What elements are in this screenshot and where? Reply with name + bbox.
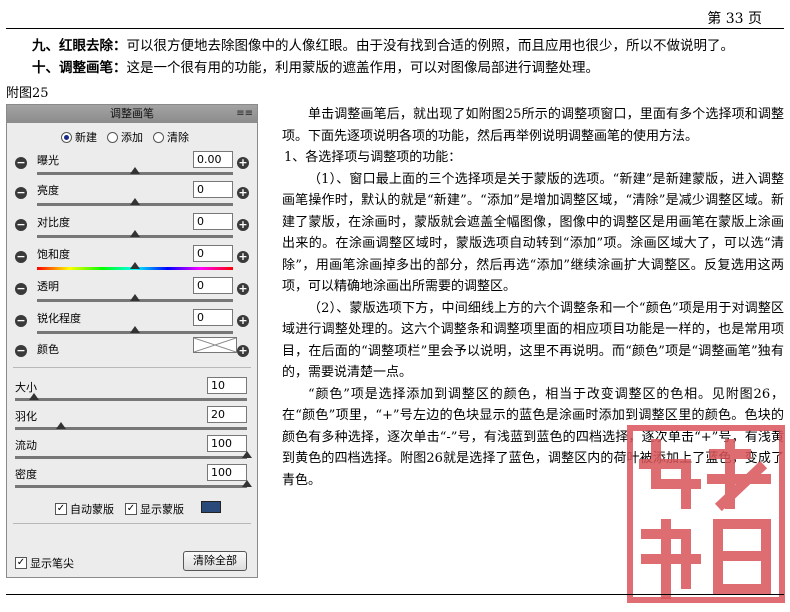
adjustment-brush-panel: 调整画笔 ≡≡ 新建 添加 清除 − 曝光 0.00 + − 亮度 0 + − … (6, 104, 258, 578)
paragraph-mask-options: （1）、窗口最上面的三个选择项是关于蒙版的选项。“新建”是新建蒙版，进入调整画笔… (282, 171, 784, 295)
contrast-label: 对比度 (37, 216, 70, 229)
clarity-minus-button[interactable]: − (15, 283, 27, 295)
panel-divider (13, 523, 251, 524)
radio-selected-icon (61, 131, 72, 143)
size-slider-thumb[interactable] (28, 393, 39, 400)
clear-all-button[interactable]: 清除全部 (183, 551, 247, 571)
panel-divider (13, 367, 251, 368)
flow-label: 流动 (15, 439, 37, 452)
feather-slider-thumb[interactable] (56, 422, 67, 429)
brightness-value-field[interactable]: 0 (193, 181, 233, 198)
show-pin-label: 显示笔尖 (30, 557, 74, 570)
section-9-paragraph: 九、红眼去除：可以很方便地去除图像中的人像红眼。由于没有找到合适的例照，而且应用… (32, 36, 734, 56)
sharpness-minus-button[interactable]: − (15, 315, 27, 327)
no-color-icon (193, 337, 237, 353)
section-heading: 1、各选择项与调整项的功能： (284, 150, 462, 165)
flow-value-field[interactable]: 100 (207, 435, 247, 452)
brightness-slider-thumb[interactable] (130, 198, 140, 205)
contrast-plus-button[interactable]: + (237, 219, 249, 231)
mode-erase-label: 清除 (167, 131, 189, 144)
color-label: 颜色 (37, 343, 59, 356)
section-9-title: 九、红眼去除： (32, 38, 127, 54)
brightness-plus-button[interactable]: + (237, 187, 249, 199)
footer-rule (6, 594, 784, 595)
mode-new-label: 新建 (75, 131, 97, 144)
paragraph-adjust-sliders: （2）、蒙版选项下方，中间细线上方的六个调整条和一个“颜色”项是用于对调整区域进… (282, 300, 784, 381)
sharpness-label: 锐化程度 (37, 312, 81, 325)
density-label: 密度 (15, 468, 37, 481)
figure-label: 附图25 (6, 86, 49, 101)
section-9-text: 可以很方便地去除图像中的人像红眼。由于没有找到合适的例照，而且应用也很少，所以不… (126, 38, 735, 54)
density-value-field[interactable]: 100 (207, 464, 247, 481)
saturation-label: 饱和度 (37, 248, 70, 261)
exposure-plus-button[interactable]: + (237, 157, 249, 169)
size-value-field[interactable]: 10 (207, 377, 247, 394)
red-seal-stamp (627, 425, 785, 603)
color-plus-button[interactable]: + (237, 345, 249, 357)
show-mask-label: 显示蒙版 (140, 503, 184, 516)
section-10-title: 十、调整画笔： (32, 60, 127, 76)
auto-mask-checkbox[interactable]: ✓ 自动蒙版 (55, 501, 114, 517)
exposure-label: 曝光 (37, 154, 59, 167)
radio-icon (107, 131, 118, 143)
header-rule (6, 28, 784, 29)
show-pin-checkbox[interactable]: ✓ 显示笔尖 (15, 555, 74, 571)
sharpness-slider-thumb[interactable] (130, 326, 140, 333)
auto-mask-label: 自动蒙版 (70, 503, 114, 516)
exposure-value-field[interactable]: 0.00 (193, 151, 233, 168)
size-slider-track[interactable] (15, 398, 247, 401)
mask-mode-group: 新建 添加 清除 (61, 129, 189, 145)
mode-erase-radio[interactable]: 清除 (153, 129, 189, 145)
mode-add-radio[interactable]: 添加 (107, 129, 143, 145)
flow-slider-track[interactable] (15, 456, 247, 459)
density-slider-track[interactable] (15, 485, 247, 488)
color-swatch[interactable] (193, 337, 237, 353)
feather-value-field[interactable]: 20 (207, 406, 247, 423)
section-10-paragraph: 十、调整画笔：这是一个很有用的功能，利用蒙版的遮盖作用，可以对图像局部进行调整处… (32, 58, 599, 78)
section-10-text: 这是一个很有用的功能，利用蒙版的遮盖作用，可以对图像局部进行调整处理。 (126, 60, 600, 76)
brightness-minus-button[interactable]: − (15, 187, 27, 199)
saturation-value-field[interactable]: 0 (193, 245, 233, 262)
contrast-minus-button[interactable]: − (15, 219, 27, 231)
exposure-slider-thumb[interactable] (130, 167, 140, 174)
density-slider-thumb[interactable] (242, 480, 252, 487)
show-mask-checkbox[interactable]: ✓ 显示蒙版 (125, 501, 184, 517)
feather-label: 羽化 (15, 410, 37, 423)
radio-icon (153, 131, 164, 143)
panel-title: 调整画笔 (7, 105, 257, 123)
exposure-minus-button[interactable]: − (15, 157, 27, 169)
paragraph-intro: 单击调整画笔后，就出现了如附图25所示的调整项窗口，里面有多个选择项和调整项。下… (282, 107, 784, 144)
mask-color-swatch[interactable] (201, 501, 221, 513)
clarity-value-field[interactable]: 0 (193, 277, 233, 294)
saturation-slider-thumb[interactable] (130, 262, 140, 269)
saturation-plus-button[interactable]: + (237, 251, 249, 263)
contrast-slider-thumb[interactable] (130, 230, 140, 237)
clarity-plus-button[interactable]: + (237, 283, 249, 295)
contrast-value-field[interactable]: 0 (193, 213, 233, 230)
checkmark-icon: ✓ (125, 503, 137, 515)
saturation-minus-button[interactable]: − (15, 251, 27, 263)
color-minus-button[interactable]: − (15, 345, 27, 357)
mode-new-radio[interactable]: 新建 (61, 129, 97, 145)
checkmark-icon: ✓ (55, 503, 67, 515)
panel-menu-icon[interactable]: ≡≡ (236, 107, 253, 121)
flow-slider-thumb[interactable] (242, 451, 252, 458)
brightness-label: 亮度 (37, 184, 59, 197)
page-number: 第 33 页 (707, 11, 762, 27)
clarity-slider-thumb[interactable] (130, 294, 140, 301)
mode-add-label: 添加 (121, 131, 143, 144)
clarity-label: 透明 (37, 280, 59, 293)
feather-slider-track[interactable] (15, 427, 247, 430)
checkmark-icon: ✓ (15, 557, 27, 569)
sharpness-plus-button[interactable]: + (237, 315, 249, 327)
sharpness-value-field[interactable]: 0 (193, 309, 233, 326)
